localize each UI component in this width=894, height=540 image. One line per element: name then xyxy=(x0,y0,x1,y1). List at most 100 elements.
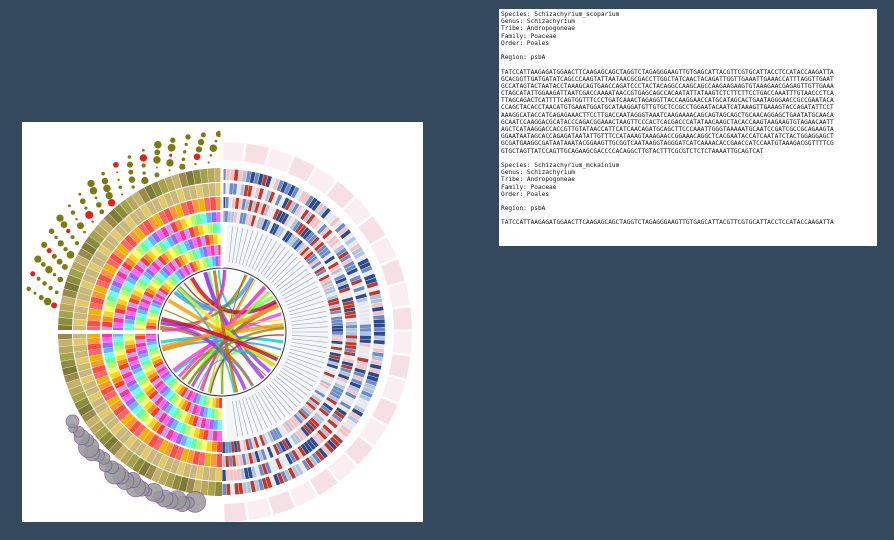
rainbow-band-segment xyxy=(205,212,212,223)
heatmap-cell xyxy=(225,455,230,467)
rainbow-band-segment xyxy=(216,441,222,452)
dot-marker xyxy=(183,150,187,154)
rainbow-band-segment xyxy=(113,336,124,342)
dot-marker xyxy=(113,161,119,168)
sequence-record: Species: Schizachyrium_scoparium Genus: … xyxy=(501,11,877,155)
heatmap-cell xyxy=(224,211,229,223)
species-line: Species: Schizachyrium_mckainium xyxy=(501,161,620,169)
outer-label-block xyxy=(372,397,398,425)
olive-band-segment xyxy=(207,481,216,496)
heatmap-cell xyxy=(234,483,240,495)
dot-marker xyxy=(66,251,75,259)
heatmap-cell xyxy=(373,319,385,324)
heatmap-cell xyxy=(222,441,226,453)
circos-plot xyxy=(22,122,412,522)
sequence-line: CCAGCTACACCTAACATGTGAAATGGATGCATAAGGATGT… xyxy=(501,104,834,112)
heatmap-cell xyxy=(228,441,232,453)
dot-marker xyxy=(62,264,68,270)
heatmap-cell xyxy=(228,197,233,209)
rainbow-band-segment xyxy=(206,441,213,452)
sequence-line: GCACGGTTGATGATATCAGCCCAAGTATTAATAACGCGAC… xyxy=(501,75,834,83)
heatmap-cell xyxy=(331,332,343,335)
dot-marker xyxy=(63,246,68,252)
rainbow-band-segment xyxy=(213,419,219,430)
dot-marker xyxy=(154,140,162,149)
outer-label-block xyxy=(392,332,412,355)
sequence-line: AAAGGCATACCATCAGAGAAACTTCCTTGACCAATAGGGT… xyxy=(501,111,834,119)
dot-marker xyxy=(169,153,173,157)
dot-marker xyxy=(41,241,48,248)
sequence-line: GTGCTAGTTATCCAGTTGCAGAAGCGACCCCACAGGCTTG… xyxy=(501,147,764,155)
circos-plot-image xyxy=(22,122,423,522)
dot-marker xyxy=(127,155,132,159)
dot-marker xyxy=(107,199,116,207)
dot-marker xyxy=(116,171,119,174)
dot-marker xyxy=(118,185,122,189)
olive-band-segment xyxy=(200,480,209,496)
rainbow-band-segment xyxy=(102,316,113,323)
heatmap-cell xyxy=(225,183,230,195)
heatmap-cell xyxy=(229,469,234,481)
rainbow-band-segment xyxy=(212,223,218,234)
dot-marker xyxy=(166,159,174,167)
dot-marker xyxy=(54,235,58,240)
species-line: Species: Schizachyrium_scoparium xyxy=(501,11,620,18)
family-line: Family: Poaceae xyxy=(501,32,557,40)
dot-marker xyxy=(42,281,47,286)
heatmap-cell xyxy=(222,483,227,495)
heatmap-cell xyxy=(373,339,385,345)
dot-marker xyxy=(128,169,134,175)
sequence-line: GCCATAGTACTAATACCTAAAGCAGTGAACCAGATCCCTA… xyxy=(501,82,834,90)
outer-label-block xyxy=(392,307,412,330)
dot-marker xyxy=(131,185,135,189)
heatmap-cell xyxy=(229,183,234,195)
dot-marker xyxy=(197,139,205,146)
heatmap-cell xyxy=(373,343,385,349)
dot-marker xyxy=(209,144,218,152)
sequence-record-panel: Species: Schizachyrium_scoparium Genus: … xyxy=(499,9,877,246)
section-gap xyxy=(22,330,162,334)
dot-marker xyxy=(38,294,44,301)
dot-marker xyxy=(60,221,68,229)
olive-band-segment xyxy=(58,339,73,347)
heatmap-cell xyxy=(373,335,385,341)
outer-label-block xyxy=(268,490,295,515)
rainbow-band-segment xyxy=(211,441,218,452)
dot-marker xyxy=(105,191,113,200)
heatmap-cell xyxy=(331,322,343,326)
dot-marker xyxy=(57,276,64,283)
dot-marker xyxy=(70,235,75,240)
heatmap-cell xyxy=(359,332,371,336)
heatmap-cell xyxy=(373,314,385,320)
genus-line: Genus: Schizachyrium xyxy=(501,18,575,26)
heatmap-cell xyxy=(232,183,238,195)
heatmap-cell xyxy=(359,335,371,340)
heatmap-cell xyxy=(331,334,343,339)
dot-marker xyxy=(101,171,105,176)
dot-marker xyxy=(142,171,146,175)
warm-band-segment xyxy=(216,453,222,467)
heatmap-cell xyxy=(225,169,231,181)
dot-marker xyxy=(91,220,94,223)
dot-marker xyxy=(154,149,161,156)
dot-marker xyxy=(142,148,145,152)
rainbow-band-segment xyxy=(211,212,217,223)
dot-marker xyxy=(89,186,98,195)
rainbow-band-segment xyxy=(135,324,146,329)
heatmap-cell xyxy=(229,169,235,181)
genus-line: Genus: Schizachyrium xyxy=(501,169,575,177)
tan-band-segment xyxy=(208,183,216,197)
dot-marker xyxy=(46,248,52,254)
heatmap-cell xyxy=(233,169,239,181)
olive-band-segment xyxy=(215,481,222,496)
heatmap-cell xyxy=(359,342,371,348)
heatmap-cell xyxy=(345,338,357,343)
outer-label-block xyxy=(388,354,411,379)
dot-marker xyxy=(194,162,197,166)
dot-marker xyxy=(184,142,188,147)
outer-label-block xyxy=(388,282,411,308)
heatmap-cell xyxy=(359,324,371,329)
dot-marker xyxy=(167,143,176,152)
dot-marker xyxy=(170,137,176,143)
dot-marker xyxy=(179,163,186,170)
